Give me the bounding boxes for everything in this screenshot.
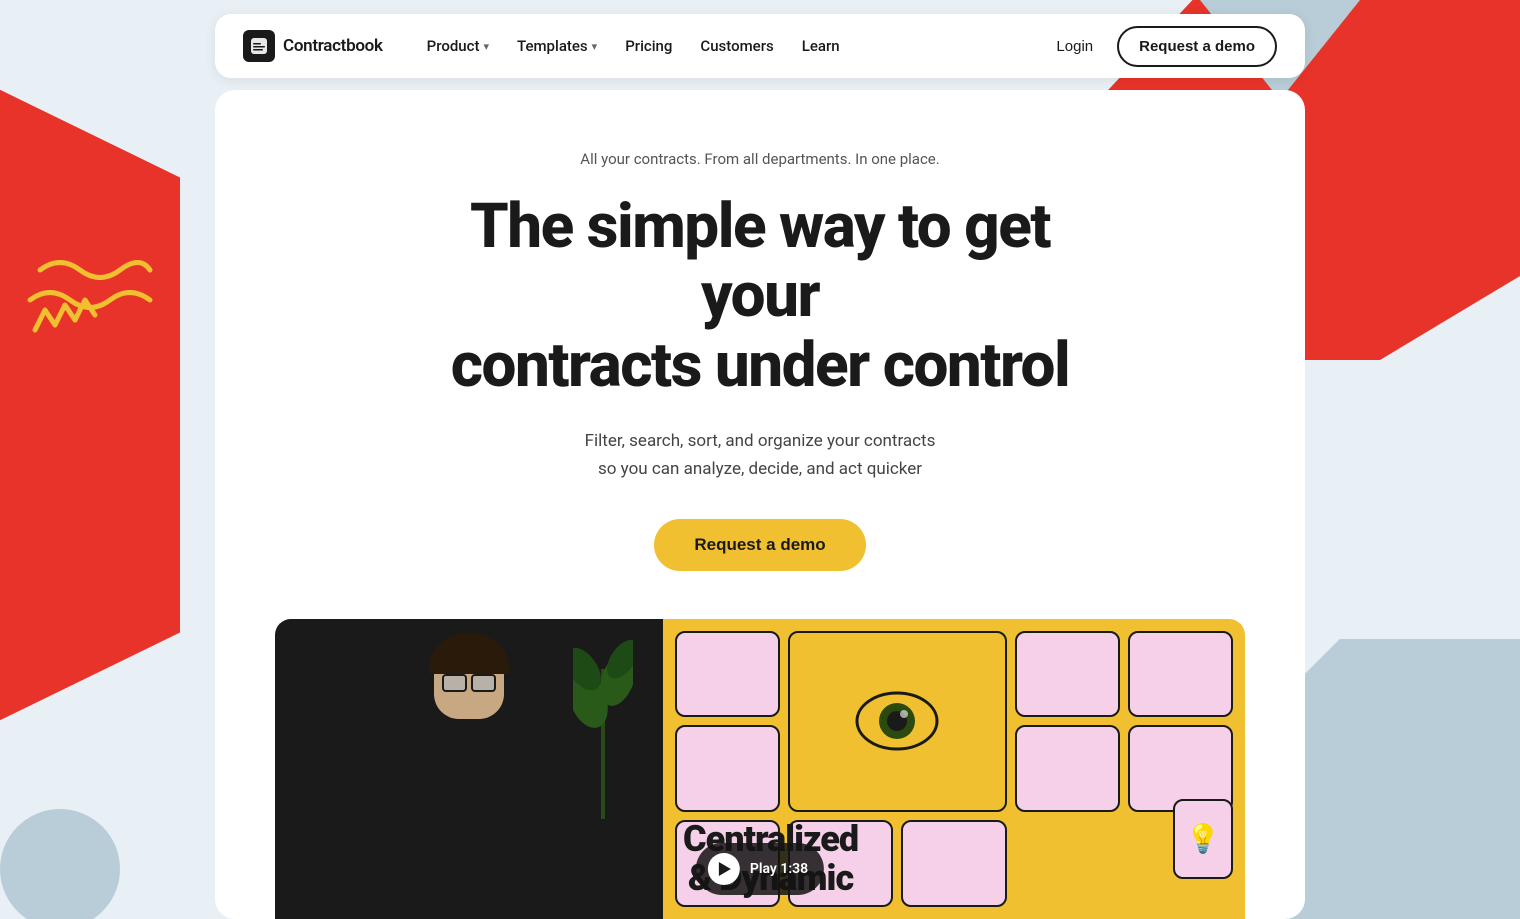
grid-cell-eye (788, 631, 1006, 812)
navbar-right: Login Request a demo (1044, 26, 1277, 67)
hero-section: All your contracts. From all departments… (215, 90, 1305, 919)
nav-item-customers[interactable]: Customers (688, 29, 785, 63)
hero-subtitle-line1: Filter, search, sort, and organize your … (585, 431, 936, 451)
video-thumbnail: Centralized & Dynamic 💡 Play 1:38 (275, 619, 1245, 919)
play-icon-circle (708, 853, 740, 885)
nav-item-product[interactable]: Product ▾ (415, 29, 501, 63)
navbar-demo-button[interactable]: Request a demo (1117, 26, 1277, 67)
person-glasses (442, 674, 496, 692)
grid-cell-10 (901, 820, 1006, 907)
hero-subtitle: Filter, search, sort, and organize your … (585, 428, 936, 482)
person-body (409, 714, 529, 844)
nav-pricing-label: Pricing (625, 37, 672, 55)
nav-item-learn[interactable]: Learn (790, 29, 852, 63)
hero-eyebrow: All your contracts. From all departments… (580, 150, 939, 168)
video-left-panel (275, 619, 663, 919)
hero-title-line1: The simple way to get your (470, 190, 1050, 332)
hero-title: The simple way to get your contracts und… (410, 192, 1110, 400)
logo-text: Contractbook (283, 36, 383, 56)
play-label: Play 1:38 (750, 861, 808, 877)
page-content: Contractbook Product ▾ Templates ▾ Prici… (0, 0, 1520, 919)
product-chevron-icon: ▾ (483, 40, 489, 53)
hero-cta-button[interactable]: Request a demo (654, 519, 865, 571)
nav-templates-label: Templates (517, 37, 588, 55)
nav-product-label: Product (427, 37, 480, 55)
hero-subtitle-line2: so you can analyze, decide, and act quic… (598, 459, 922, 479)
hero-title-line2: contracts under control (451, 329, 1069, 402)
play-button[interactable]: Play 1:38 (696, 843, 824, 895)
grid-cell-6 (1015, 725, 1120, 812)
logo[interactable]: Contractbook (243, 30, 383, 62)
play-triangle-icon (719, 862, 731, 876)
nav-learn-label: Learn (802, 37, 840, 55)
plant-decoration (573, 619, 633, 819)
glass-left (442, 674, 467, 692)
templates-chevron-icon: ▾ (592, 40, 598, 53)
logo-svg (249, 36, 269, 56)
navbar: Contractbook Product ▾ Templates ▾ Prici… (215, 14, 1305, 78)
glass-right (471, 674, 496, 692)
login-button[interactable]: Login (1044, 30, 1105, 63)
grid-cell-5 (675, 725, 780, 812)
grid-cell-3 (1015, 631, 1120, 718)
nav-item-templates[interactable]: Templates ▾ (505, 29, 609, 63)
person-face (409, 639, 529, 844)
person-head (434, 639, 504, 719)
grid-cell-1 (675, 631, 780, 718)
logo-icon (243, 30, 275, 62)
nav-customers-label: Customers (700, 37, 773, 55)
nav-item-pricing[interactable]: Pricing (613, 29, 684, 63)
navbar-left: Contractbook Product ▾ Templates ▾ Prici… (243, 29, 852, 63)
person-hair (429, 634, 509, 674)
grid-cell-4 (1128, 631, 1233, 718)
lightbulb-cell: 💡 (1173, 799, 1233, 879)
nav-links: Product ▾ Templates ▾ Pricing Customers … (415, 29, 852, 63)
eye-icon (852, 686, 942, 756)
